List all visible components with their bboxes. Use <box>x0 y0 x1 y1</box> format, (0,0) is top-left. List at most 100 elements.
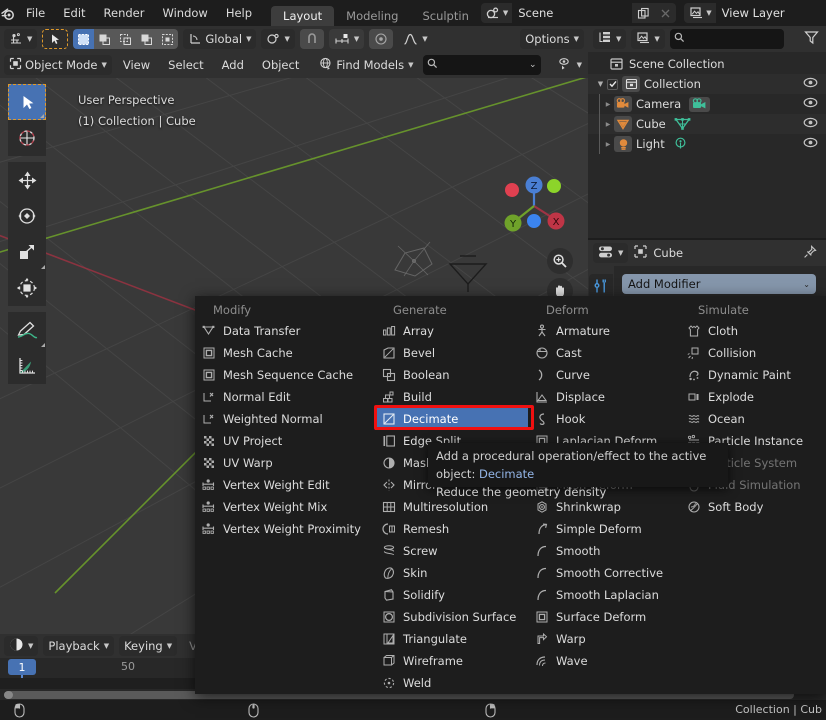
scrollbar-knob[interactable] <box>4 691 13 699</box>
modifier-item-mesh-sequence-cache[interactable]: Mesh Sequence Cache <box>195 364 375 386</box>
modifier-item-simple-deform[interactable]: Simple Deform <box>528 518 680 540</box>
proportional-edit-toggle[interactable] <box>369 29 393 49</box>
intersect-select-icon[interactable] <box>157 29 178 49</box>
pin-icon[interactable] <box>803 245 821 262</box>
tab-modeling[interactable]: Modeling <box>334 6 410 26</box>
disclosure-triangle-closed-icon[interactable]: ▶ <box>606 101 611 108</box>
outliner-row-scene-collection[interactable]: Scene Collection <box>588 54 826 74</box>
outliner-search-input[interactable] <box>689 33 773 46</box>
modifier-item-ocean[interactable]: Ocean <box>680 408 826 430</box>
modifier-item-weld[interactable]: Weld <box>375 672 528 694</box>
timeline-menu-playback[interactable]: Playback ▼ <box>43 636 114 656</box>
viewport-menu-view[interactable]: View <box>116 55 157 75</box>
pivot-point-dropdown[interactable]: ▼ <box>261 29 294 49</box>
outliner-row-cube[interactable]: ▶ Cube <box>588 114 826 134</box>
find-models-dropdown[interactable]: Find Models ▼ <box>314 55 418 75</box>
modifier-item-vertex-weight-proximity[interactable]: Vertex Weight Proximity <box>195 518 375 540</box>
scene-selector[interactable]: ▼ Scene <box>481 3 676 23</box>
menu-edit[interactable]: Edit <box>54 3 94 23</box>
outliner-display-mode-dropdown[interactable]: ▼ <box>593 29 626 49</box>
eye-icon[interactable] <box>803 77 818 91</box>
duplicate-icon[interactable] <box>632 3 654 23</box>
view-layer-name-field[interactable]: View Layer <box>716 3 826 23</box>
modifier-item-dynamic-paint[interactable]: Dynamic Paint <box>680 364 826 386</box>
viewport-menu-add[interactable]: Add <box>215 55 251 75</box>
add-modifier-button[interactable]: Add Modifier ⌄ <box>622 274 816 294</box>
modifier-item-smooth-corrective[interactable]: Smooth Corrective <box>528 562 680 584</box>
mode-dropdown[interactable]: Object Mode ▼ <box>4 55 112 75</box>
modifier-item-wireframe[interactable]: Wireframe <box>375 650 528 672</box>
eye-icon[interactable] <box>803 137 818 151</box>
chevron-down-icon[interactable]: ▼ <box>577 61 582 69</box>
modifier-item-curve[interactable]: Curve <box>528 364 680 386</box>
view-layer-icon[interactable]: ▼ <box>684 3 715 23</box>
snap-magnet-toggle[interactable] <box>300 29 324 49</box>
modifier-item-remesh[interactable]: Remesh <box>375 518 528 540</box>
tab-sculpting[interactable]: Sculptin <box>410 6 480 26</box>
eye-icon[interactable] <box>803 97 818 111</box>
modifier-item-bevel[interactable]: Bevel <box>375 342 528 364</box>
subtract-select-icon[interactable] <box>115 29 136 49</box>
properties-tab-modifier[interactable] <box>589 274 613 298</box>
tool-transform[interactable] <box>8 270 46 306</box>
options-dropdown[interactable]: Options ▼ <box>520 29 584 49</box>
current-frame-indicator[interactable]: 1 <box>8 659 36 675</box>
editor-type-icon[interactable]: ▼ <box>4 29 37 49</box>
tool-measure[interactable] <box>8 348 46 384</box>
modifier-item-decimate[interactable]: Decimate <box>375 408 528 430</box>
tool-cursor[interactable] <box>8 120 46 156</box>
outliner-filter-id-dropdown[interactable]: ▼ <box>631 29 664 49</box>
eye-icon[interactable] <box>803 117 818 131</box>
modifier-item-solidify[interactable]: Solidify <box>375 584 528 606</box>
timeline-editor-dropdown[interactable]: ▼ <box>4 636 38 656</box>
modifier-item-wave[interactable]: Wave <box>528 650 680 672</box>
visibility-icon[interactable] <box>558 57 574 74</box>
modifier-item-armature[interactable]: Armature <box>528 320 680 342</box>
tool-tweak[interactable] <box>8 84 46 120</box>
collection-checkbox[interactable] <box>607 79 618 90</box>
disclosure-triangle-closed-icon[interactable]: ▶ <box>606 141 611 148</box>
invert-select-icon[interactable] <box>136 29 157 49</box>
tool-annotate[interactable] <box>8 312 46 348</box>
properties-editor-dropdown[interactable]: ▼ <box>593 243 628 263</box>
light-data-icon[interactable] <box>673 137 688 151</box>
timeline-menu-keying[interactable]: Keying ▼ <box>119 636 177 656</box>
navigation-gizmo[interactable]: Z X Y <box>498 170 570 242</box>
viewport-menu-select[interactable]: Select <box>161 55 210 75</box>
menu-window[interactable]: Window <box>153 3 216 23</box>
modifier-item-hook[interactable]: Hook <box>528 408 680 430</box>
outliner-row-light[interactable]: ▶ Light <box>588 134 826 154</box>
zoom-icon[interactable] <box>547 248 573 274</box>
menu-file[interactable]: File <box>17 3 54 23</box>
viewport-menu-object[interactable]: Object <box>255 55 306 75</box>
blender-logo-icon[interactable] <box>0 0 17 26</box>
disclosure-triangle-open-icon[interactable]: ▼ <box>594 80 607 88</box>
outliner-row-camera[interactable]: ▶ Camera <box>588 94 826 114</box>
modifier-item-warp[interactable]: Warp <box>528 628 680 650</box>
modifier-item-uv-project[interactable]: UV Project <box>195 430 375 452</box>
modifier-item-normal-edit[interactable]: Normal Edit <box>195 386 375 408</box>
modifier-item-weighted-normal[interactable]: Weighted Normal <box>195 408 375 430</box>
search-input[interactable] <box>442 59 524 72</box>
modifier-item-vertex-weight-edit[interactable]: Vertex Weight Edit <box>195 474 375 496</box>
chevron-down-icon[interactable]: ⌄ <box>529 60 537 70</box>
tool-scale[interactable] <box>8 234 46 270</box>
modifier-item-smooth-laplacian[interactable]: Smooth Laplacian <box>528 584 680 606</box>
modifier-item-displace[interactable]: Displace <box>528 386 680 408</box>
transform-orientation-dropdown[interactable]: Global ▼ <box>183 29 256 49</box>
modifier-item-screw[interactable]: Screw <box>375 540 528 562</box>
modifier-item-cloth[interactable]: Cloth <box>680 320 826 342</box>
view-layer-selector[interactable]: ▼ View Layer <box>684 3 826 23</box>
modifier-item-mesh-cache[interactable]: Mesh Cache <box>195 342 375 364</box>
funnel-filter-icon[interactable] <box>804 30 821 48</box>
scene-name-field[interactable]: Scene <box>512 3 632 23</box>
modifier-item-boolean[interactable]: Boolean <box>375 364 528 386</box>
tool-move[interactable] <box>8 162 46 198</box>
modifier-item-data-transfer[interactable]: Data Transfer <box>195 320 375 342</box>
falloff-curve-dropdown[interactable]: ▼ <box>398 29 432 49</box>
modifier-item-collision[interactable]: Collision <box>680 342 826 364</box>
menu-render[interactable]: Render <box>95 3 154 23</box>
select-mode-group[interactable] <box>73 29 178 49</box>
modifier-item-explode[interactable]: Explode <box>680 386 826 408</box>
tab-layout[interactable]: Layout <box>271 6 334 26</box>
